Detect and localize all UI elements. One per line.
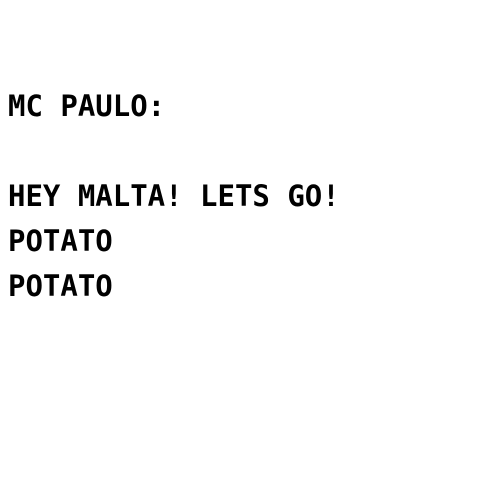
dialog-line: POTATO [8, 224, 113, 258]
dialog-screen: MC PAULO: HEY MALTA! LETS GO! POTATO POT… [0, 0, 500, 500]
speaker-name: MC PAULO: [8, 89, 166, 123]
dialog-line: HEY MALTA! LETS GO! [8, 179, 340, 213]
dialog-line: POTATO [8, 269, 113, 303]
